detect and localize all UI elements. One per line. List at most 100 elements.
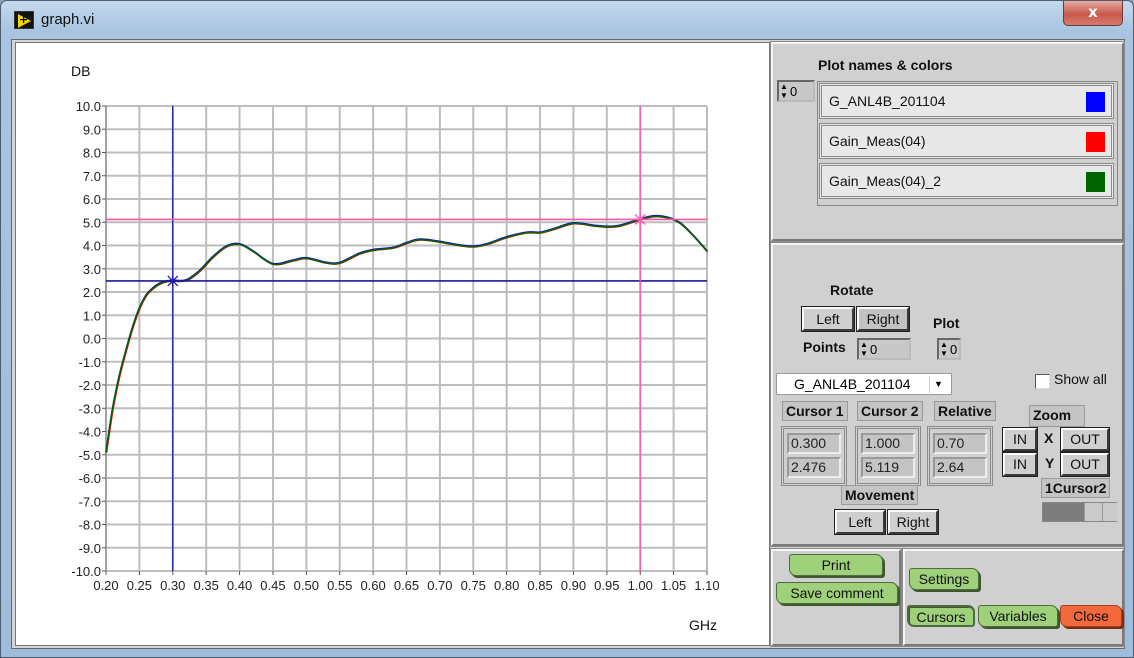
y-tick-label: -5.0 bbox=[79, 448, 101, 463]
legend-color-swatch[interactable] bbox=[1086, 132, 1105, 152]
legend-item[interactable]: G_ANL4B_201104 bbox=[819, 83, 1114, 119]
plot-value: 0 bbox=[950, 342, 958, 357]
cursor-select-label: 1Cursor2 bbox=[1041, 478, 1111, 498]
y-tick-label: 1.0 bbox=[83, 308, 101, 323]
x-tick-label: 0.65 bbox=[394, 578, 419, 593]
legend-item-name: Gain_Meas(04) bbox=[829, 133, 926, 149]
legend-color-swatch[interactable] bbox=[1086, 172, 1105, 192]
y-tick-label: -9.0 bbox=[79, 541, 101, 556]
cursor-select-slider[interactable] bbox=[1042, 502, 1117, 522]
cursor1-label: Cursor 1 bbox=[782, 401, 848, 421]
cursor1-x-value[interactable]: 0.300 bbox=[787, 433, 841, 454]
x-tick-label: 1.10 bbox=[694, 578, 719, 593]
legend-color-swatch[interactable] bbox=[1086, 92, 1105, 112]
relative-values: 0.70 2.64 bbox=[927, 426, 993, 486]
cursor2-values: 1.000 5.119 bbox=[855, 426, 921, 486]
x-tick-label: 0.95 bbox=[594, 578, 619, 593]
y-tick-label: 0.0 bbox=[83, 332, 101, 347]
points-spinner[interactable]: ▲ ▼ 0 bbox=[857, 338, 911, 360]
print-button[interactable]: Print bbox=[789, 554, 883, 576]
close-button[interactable]: Close bbox=[1060, 605, 1122, 627]
relative-y-value: 2.64 bbox=[933, 457, 987, 478]
spinner-arrows-icon[interactable]: ▲ ▼ bbox=[779, 82, 789, 100]
x-tick-label: 0.25 bbox=[127, 578, 152, 593]
plot-index-spinner[interactable]: ▲ ▼ 0 bbox=[777, 80, 815, 102]
slider-handle[interactable] bbox=[1102, 503, 1117, 521]
settings-button[interactable]: Settings bbox=[909, 568, 979, 590]
y-tick-label: 8.0 bbox=[83, 146, 101, 161]
plot-select-dropdown[interactable]: G_ANL4B_201104 ▼ bbox=[776, 373, 952, 395]
y-tick-label: 10.0 bbox=[76, 99, 101, 114]
relative-label: Relative bbox=[934, 401, 996, 421]
x-tick-label: 0.45 bbox=[260, 578, 285, 593]
x-tick-label: 0.75 bbox=[461, 578, 486, 593]
cursors-button[interactable]: Cursors bbox=[907, 605, 975, 627]
zoom-y-out-button[interactable]: OUT bbox=[1060, 452, 1110, 477]
x-tick-label: 1.05 bbox=[661, 578, 686, 593]
x-tick-label: 0.55 bbox=[327, 578, 352, 593]
zoom-y-axis-label: Y bbox=[1045, 455, 1055, 471]
legend-item[interactable]: Gain_Meas(04)_2 bbox=[819, 163, 1114, 199]
cursor1-values: 0.300 2.476 bbox=[781, 426, 847, 486]
x-tick-label: 0.20 bbox=[93, 578, 118, 593]
plot-select-value: G_ANL4B_201104 bbox=[794, 376, 911, 392]
y-tick-label: 7.0 bbox=[83, 169, 101, 184]
spinner-arrows-icon[interactable]: ▲ ▼ bbox=[939, 340, 949, 358]
x-tick-label: 0.90 bbox=[561, 578, 586, 593]
plot-label: Plot bbox=[933, 315, 960, 331]
y-tick-label: -4.0 bbox=[79, 425, 101, 440]
save-comment-button[interactable]: Save comment bbox=[776, 582, 898, 604]
cursor2-x-value[interactable]: 1.000 bbox=[861, 433, 915, 454]
zoom-x-axis-label: X bbox=[1044, 430, 1054, 446]
cursor2-y-value[interactable]: 5.119 bbox=[861, 457, 915, 478]
variables-button[interactable]: Variables bbox=[978, 605, 1058, 627]
zoom-x-in-button[interactable]: IN bbox=[1002, 427, 1038, 452]
show-all-checkbox[interactable] bbox=[1035, 374, 1050, 389]
x-tick-label: 0.80 bbox=[494, 578, 519, 593]
y-tick-label: 4.0 bbox=[83, 239, 101, 254]
zoom-label: Zoom bbox=[1029, 405, 1085, 427]
slider-handle[interactable] bbox=[1084, 503, 1101, 521]
x-tick-label: 0.30 bbox=[160, 578, 185, 593]
cursor-marker-icon bbox=[634, 214, 646, 225]
slider-fill bbox=[1043, 503, 1085, 521]
x-tick-label: 0.35 bbox=[194, 578, 219, 593]
spinner-arrows-icon[interactable]: ▲ ▼ bbox=[859, 340, 869, 358]
chevron-down-icon[interactable]: ▼ bbox=[929, 376, 947, 393]
x-tick-label: 0.60 bbox=[360, 578, 385, 593]
app-window: + graph.vi x 10.0 9.0 8.0 7.0 6.0 5.0 4.0 3.0 2.… bbox=[0, 0, 1134, 658]
points-label: Points bbox=[803, 339, 846, 355]
zoom-x-out-button[interactable]: OUT bbox=[1060, 427, 1110, 452]
y-tick-label: -8.0 bbox=[79, 518, 101, 533]
window-close-button[interactable]: x bbox=[1063, 1, 1123, 26]
move-left-button[interactable]: Left bbox=[834, 509, 886, 535]
y-tick-label: -6.0 bbox=[79, 471, 101, 486]
plot-index-value: 0 bbox=[790, 84, 798, 99]
x-tick-label: 0.85 bbox=[527, 578, 552, 593]
y-tick-label: 6.0 bbox=[83, 192, 101, 207]
x-axis-ticks: 0.20 0.25 0.30 0.35 0.40 0.45 0.50 0.55 0.60 0.65… bbox=[93, 571, 720, 593]
x-axis-label: GHz bbox=[689, 617, 717, 633]
window-title: graph.vi bbox=[41, 11, 95, 28]
y-tick-label: -2.0 bbox=[79, 378, 101, 393]
rotate-label: Rotate bbox=[830, 282, 874, 298]
plot-spinner[interactable]: ▲ ▼ 0 bbox=[937, 338, 961, 360]
y-tick-label: 2.0 bbox=[83, 285, 101, 300]
y-tick-label: -7.0 bbox=[79, 494, 101, 509]
xy-graph[interactable]: 10.0 9.0 8.0 7.0 6.0 5.0 4.0 3.0 2.0 1.0 0.0 -1.0 -2… bbox=[16, 43, 771, 647]
zoom-y-in-button[interactable]: IN bbox=[1002, 452, 1038, 477]
close-icon: x bbox=[1088, 3, 1098, 21]
vi-front-panel: 10.0 9.0 8.0 7.0 6.0 5.0 4.0 3.0 2.0 1.0 0.0 -1.0 -2… bbox=[11, 39, 1125, 649]
legend-item[interactable]: Gain_Meas(04) bbox=[819, 123, 1114, 159]
y-tick-label: 5.0 bbox=[83, 215, 101, 230]
y-axis-label: DB bbox=[71, 63, 90, 79]
relative-x-value: 0.70 bbox=[933, 433, 987, 454]
rotate-left-button[interactable]: Left bbox=[801, 306, 855, 332]
cursor1-y-value[interactable]: 2.476 bbox=[787, 457, 841, 478]
move-right-button[interactable]: Right bbox=[887, 509, 939, 535]
rotate-right-button[interactable]: Right bbox=[856, 306, 910, 332]
x-tick-label: 0.70 bbox=[427, 578, 452, 593]
plot-legend-title: Plot names & colors bbox=[818, 57, 953, 73]
y-tick-label: -3.0 bbox=[79, 401, 101, 416]
y-tick-label: -1.0 bbox=[79, 355, 101, 370]
